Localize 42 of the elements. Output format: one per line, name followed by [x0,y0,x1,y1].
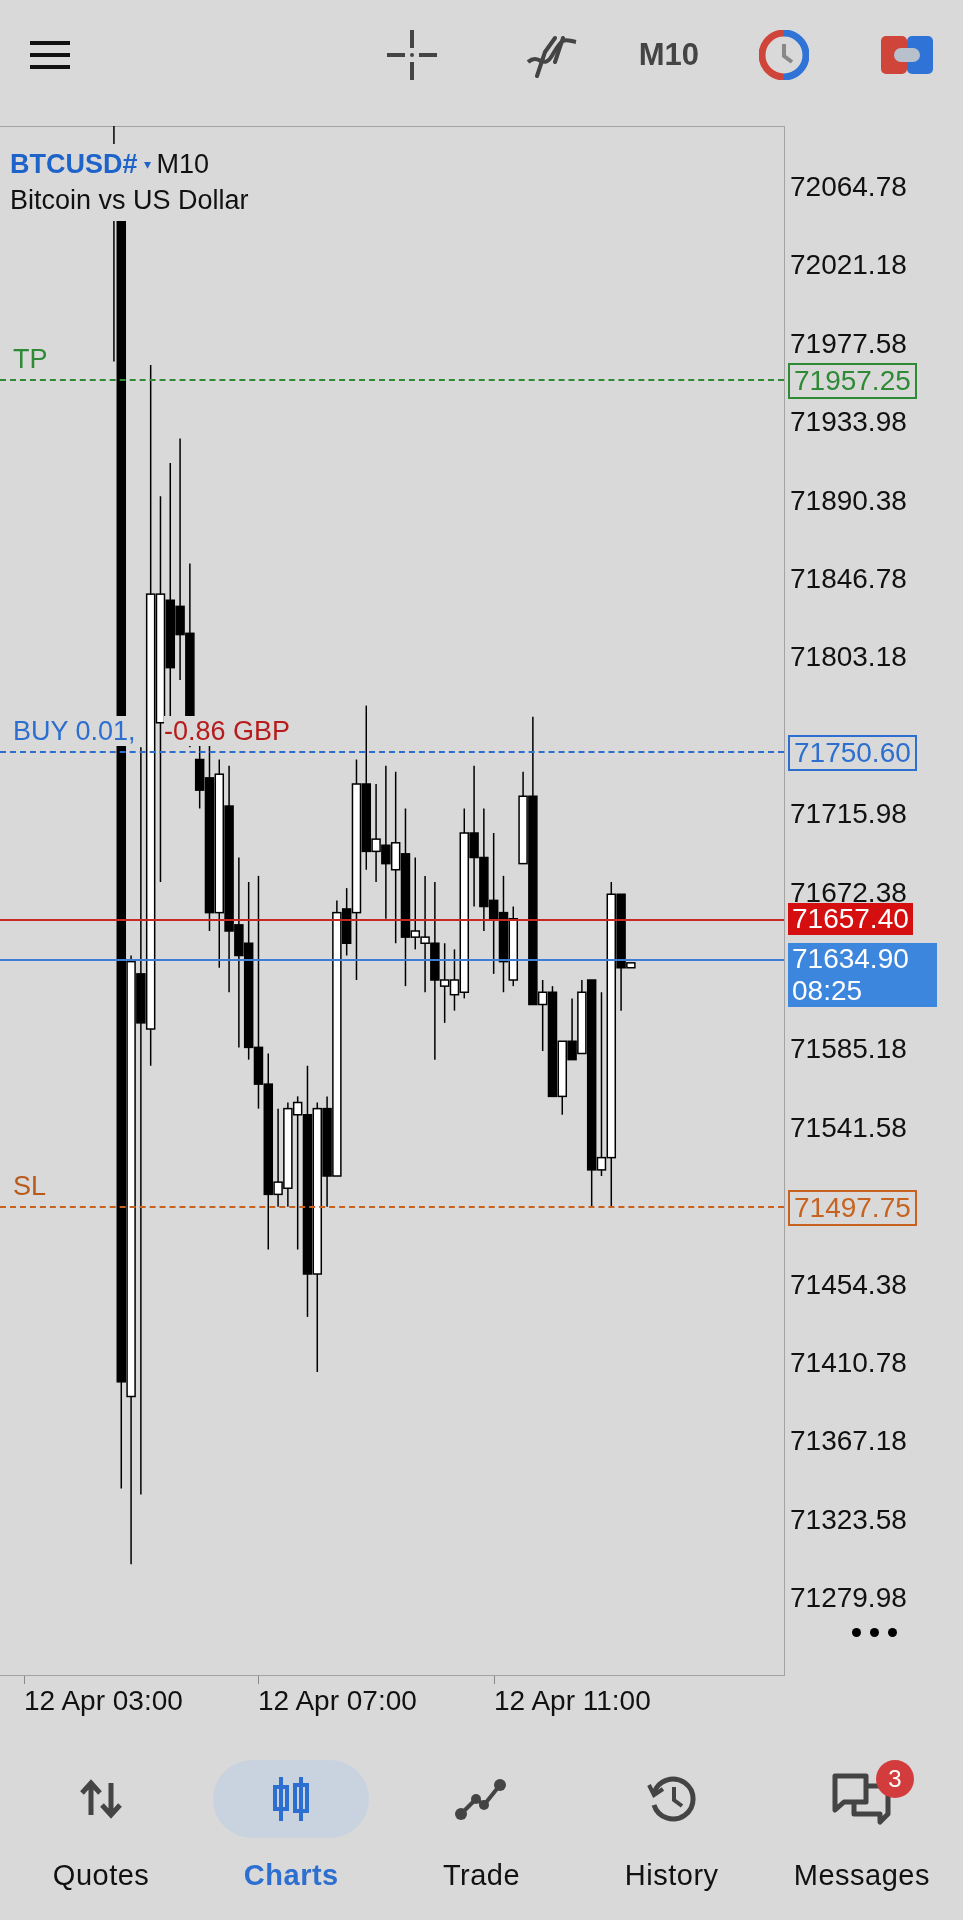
nav-tab[interactable]: Trade [386,1760,577,1920]
price-label: 71279.98 [790,1583,907,1614]
badge: 3 [875,1760,914,1798]
price-label: 71846.78 [790,564,907,594]
price-tag: 71634.90 08:25 [788,943,937,1007]
price-label: 71715.98 [790,799,907,830]
nav-tab[interactable]: Quotes [6,1760,197,1920]
price-label: 71323.58 [790,1504,907,1535]
nav-tab[interactable]: History [576,1760,767,1920]
price-label: 71933.98 [790,407,907,438]
menu-icon[interactable] [30,40,70,70]
price-label: 71541.58 [790,1112,907,1143]
toggle-icon[interactable] [881,36,933,74]
history-icon [645,1773,698,1825]
timeframe-button[interactable]: M10 [638,31,699,79]
price-label: 71803.18 [790,642,907,673]
price-label: 71410.78 [790,1348,907,1378]
time-label: 12 Apr 11:00 [494,1684,651,1718]
price-tag: 71657.40 [788,902,913,935]
price-tag: 71750.60 [788,734,917,771]
price-label: 71367.18 [790,1426,907,1457]
price-label: 71454.38 [790,1269,907,1300]
price-tag: 71957.25 [788,363,917,400]
clock-icon[interactable] [759,30,809,80]
price-label: 71890.38 [790,485,907,516]
line-chart-icon [454,1777,509,1821]
crosshair-icon[interactable] [386,30,437,80]
more-icon[interactable] [852,1628,897,1637]
price-label: 72064.78 [790,172,907,202]
price-tag: 71497.75 [788,1189,917,1226]
line-label: BUY 0.01, [13,715,136,746]
price-label: 71977.58 [790,328,907,359]
nav-tab[interactable]: 3 Messages [766,1760,957,1920]
profit-label: -0.86 GBP [164,715,291,746]
time-label: 12 Apr 03:00 [24,1684,183,1718]
timeframe-label: M10 [156,148,210,181]
price-label: 72021.18 [790,250,907,281]
dropdown-caret-icon[interactable]: ▾ [143,153,151,175]
candle [567,997,577,1061]
time-label: 12 Apr 07:00 [258,1684,417,1718]
price-label: 71585.18 [790,1034,907,1065]
up-down-arrows-icon [79,1779,124,1819]
